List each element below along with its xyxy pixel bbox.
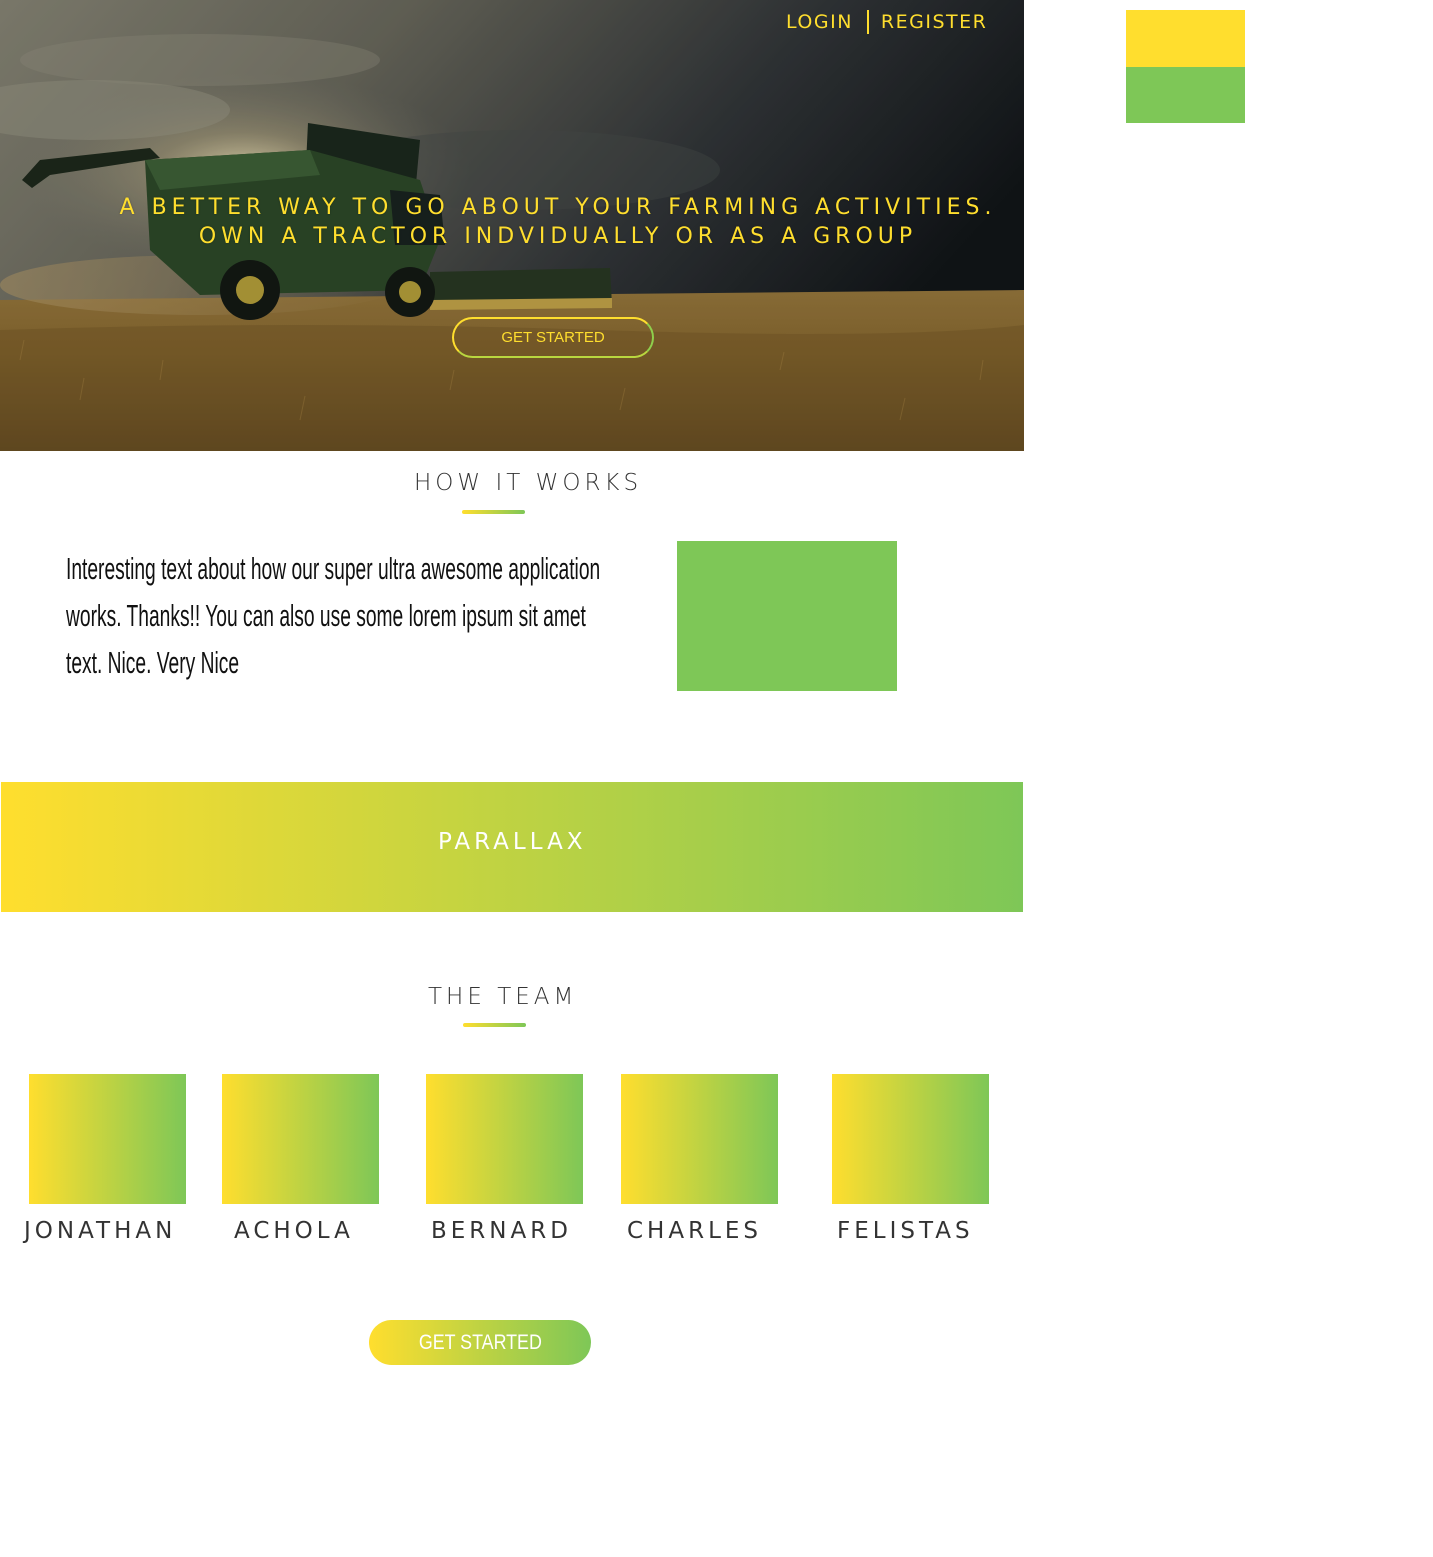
how-it-works-description: Interesting text about how our super ult… (66, 551, 601, 680)
team-member-photo-felistas (832, 1074, 989, 1204)
hero-headline-line1: A BETTER WAY TO GO ABOUT YOUR FARMING AC… (119, 195, 997, 220)
team-member-photo-bernard (426, 1074, 583, 1204)
hero-headline: A BETTER WAY TO GO ABOUT YOUR FARMING AC… (0, 193, 1024, 251)
yellow-color-swatch (1126, 10, 1245, 67)
hero-headline-line2: OWN A TRACTOR INDVIDUALLY OR AS A GROUP (198, 224, 918, 249)
green-color-swatch (1126, 67, 1245, 123)
how-it-works-image-placeholder (677, 541, 897, 691)
hero-get-started-button[interactable]: GET STARTED (452, 317, 654, 358)
register-link[interactable]: REGISTER (881, 11, 987, 33)
parallax-label: PARALLAX (438, 829, 587, 855)
top-nav: LOGIN REGISTER (786, 10, 987, 34)
team-member-name-felistas: FELISTAS (837, 1218, 974, 1244)
team-underline (463, 1023, 526, 1027)
team-member-name-achola: ACHOLA (234, 1218, 354, 1244)
how-it-works-title: HOW IT WORKS (414, 470, 643, 496)
team-member-name-jonathan: JONATHAN (24, 1218, 177, 1244)
team-member-name-charles: CHARLES (627, 1218, 763, 1244)
team-member-photo-charles (621, 1074, 778, 1204)
footer-get-started-button[interactable]: GET STARTED (369, 1320, 591, 1365)
hero-section: LOGIN REGISTER A BETTER WAY TO GO ABOUT … (0, 0, 1024, 451)
footer-get-started-label: GET STARTED (418, 1330, 542, 1354)
team-member-photo-achola (222, 1074, 379, 1204)
nav-divider (866, 10, 869, 34)
login-link[interactable]: LOGIN (786, 11, 853, 33)
team-title: THE TEAM (428, 984, 578, 1010)
how-it-works-underline (462, 510, 525, 514)
team-member-photo-jonathan (29, 1074, 186, 1204)
team-member-name-bernard: BERNARD (431, 1218, 572, 1244)
